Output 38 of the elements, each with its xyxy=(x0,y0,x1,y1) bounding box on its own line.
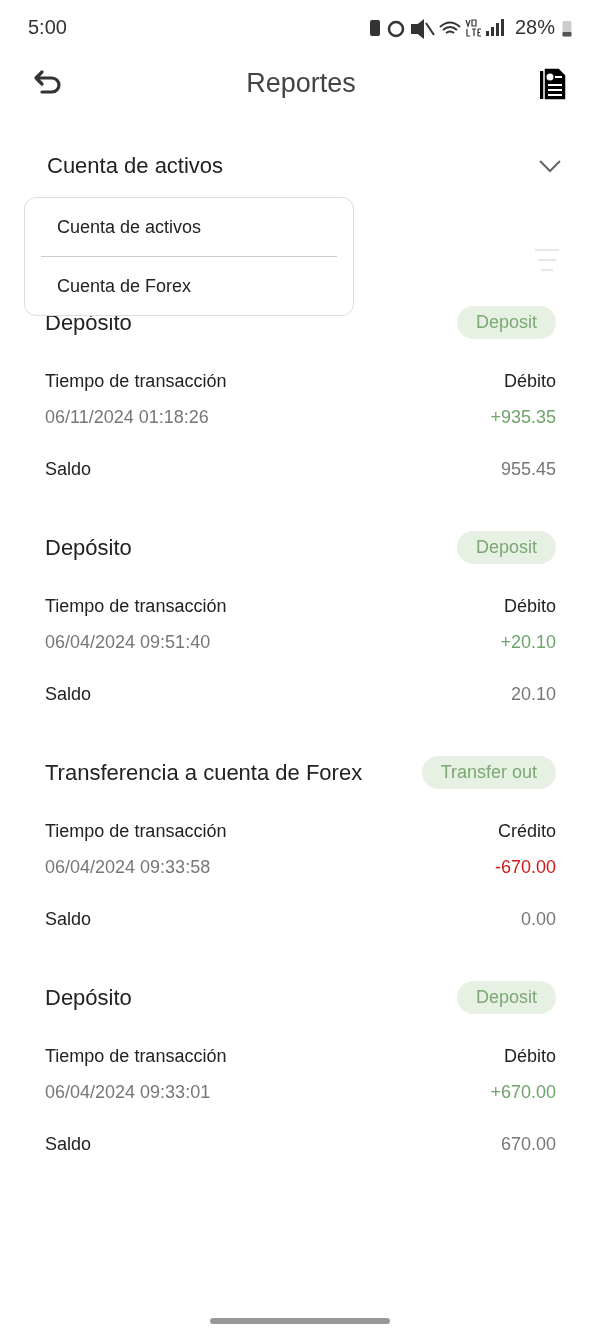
time-label: Tiempo de transacción xyxy=(45,370,227,392)
transaction-amount: +20.10 xyxy=(500,631,556,653)
transaction-type-tag: Deposit xyxy=(456,531,556,564)
balance-label: Saldo xyxy=(45,1133,92,1155)
transaction-time: 06/11/2024 01:18:26 xyxy=(45,406,209,428)
balance-value: 0.00 xyxy=(520,908,556,930)
balance-value: 670.00 xyxy=(500,1133,556,1155)
transaction-amount: -670.00 xyxy=(494,856,556,878)
time-label: Tiempo de transacción xyxy=(45,820,227,842)
battery-icon xyxy=(562,18,572,37)
transaction-time: 06/04/2024 09:51:40 xyxy=(45,631,211,653)
transaction-amount: +935.35 xyxy=(490,406,556,428)
report-document-icon[interactable] xyxy=(538,66,568,101)
type-label: Crédito xyxy=(497,820,556,842)
battery-percent: 28% xyxy=(514,16,555,39)
transaction-title: Transferencia a cuenta de Forex xyxy=(45,759,363,786)
balance-label: Saldo xyxy=(45,683,92,705)
transaction-type-tag: Transfer out xyxy=(421,756,556,789)
type-label: Débito xyxy=(503,1045,556,1067)
selected-account: Cuenta de activos xyxy=(47,153,224,179)
status-time: 5:00 xyxy=(28,16,67,39)
dropdown-option[interactable]: Cuenta de Forex xyxy=(41,256,337,315)
transaction-time: 06/04/2024 09:33:58 xyxy=(45,856,211,878)
page-title: Reportes xyxy=(246,68,356,99)
transaction-type-tag: Deposit xyxy=(456,306,556,339)
balance-label: Saldo xyxy=(45,908,92,930)
transaction-title: Depósito xyxy=(45,534,132,561)
transaction-amount: +670.00 xyxy=(490,1081,556,1103)
type-label: Débito xyxy=(503,370,556,392)
time-label: Tiempo de transacción xyxy=(45,1045,227,1067)
transaction-type-tag: Deposit xyxy=(456,981,556,1014)
type-label: Débito xyxy=(503,595,556,617)
time-label: Tiempo de transacción xyxy=(45,595,227,617)
transaction-time: 06/04/2024 09:33:01 xyxy=(45,1081,211,1103)
transaction-title: Depósito xyxy=(45,984,132,1011)
balance-value: 20.10 xyxy=(510,683,556,705)
balance-label: Saldo xyxy=(45,458,92,480)
balance-value: 955.45 xyxy=(500,458,556,480)
